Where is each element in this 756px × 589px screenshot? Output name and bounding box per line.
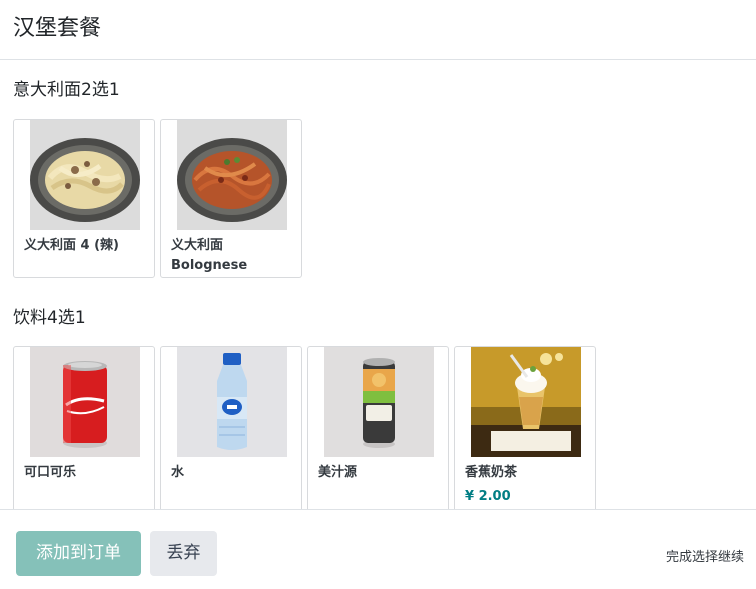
product-price: ¥ 2.00 <box>465 489 511 504</box>
section-title-pasta: 意大利面2选1 <box>13 80 120 100</box>
product-name: 义大利面 Bolognese <box>171 238 248 273</box>
dialog-footer: 添加到订单 丢弃 完成选择继续 <box>0 509 756 589</box>
product-card-minute-maid[interactable]: 美汁源 <box>307 346 449 516</box>
product-name: 可口可乐 <box>24 465 77 480</box>
product-card-coca-cola[interactable]: 可口可乐 <box>13 346 155 516</box>
product-name: 义大利面 4 (辣) <box>24 238 119 253</box>
coca-cola-can-image <box>30 347 140 457</box>
dialog-header: 汉堡套餐 <box>0 0 756 60</box>
discard-button[interactable]: 丢弃 <box>150 531 217 576</box>
section-title-drinks: 饮料4选1 <box>13 308 86 328</box>
product-card-pasta-bolognese[interactable]: 义大利面 Bolognese <box>160 119 302 278</box>
banana-milkshake-image <box>471 347 581 457</box>
water-bottle-image <box>177 347 287 457</box>
product-card-banana-milk-tea[interactable]: 香蕉奶茶 ¥ 2.00 <box>454 346 596 516</box>
pasta-carbonara-image <box>30 120 140 230</box>
minute-maid-can-image <box>324 347 434 457</box>
product-name: 香蕉奶茶 <box>465 465 518 480</box>
pasta-bolognese-image <box>177 120 287 230</box>
add-to-order-button[interactable]: 添加到订单 <box>16 531 141 576</box>
product-name: 水 <box>171 465 185 480</box>
combo-title: 汉堡套餐 <box>13 16 102 41</box>
product-name: 美汁源 <box>318 465 358 480</box>
completion-hint: 完成选择继续 <box>665 550 744 565</box>
product-card-water[interactable]: 水 <box>160 346 302 516</box>
product-card-pasta-spicy[interactable]: 义大利面 4 (辣) <box>13 119 155 278</box>
